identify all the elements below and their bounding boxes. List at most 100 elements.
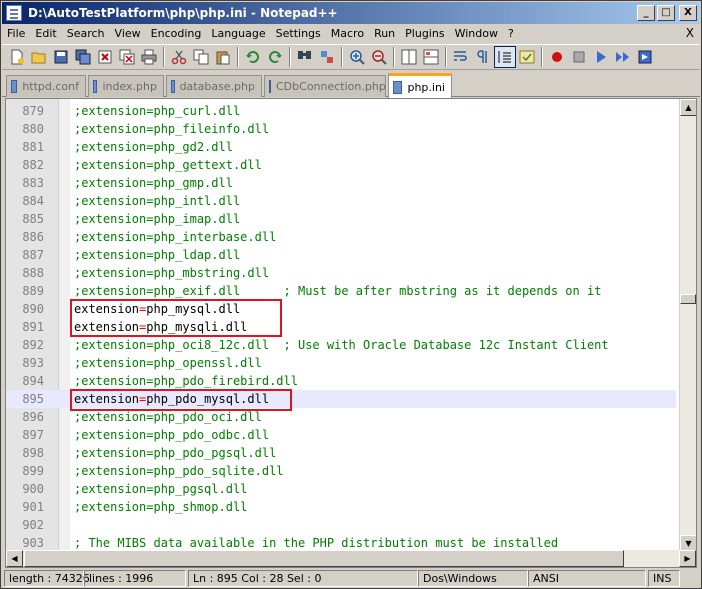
zoom-out-icon[interactable] (368, 46, 390, 68)
menu-search[interactable]: Search (62, 25, 110, 43)
tab-httpd-conf[interactable]: httpd.conf (6, 75, 86, 97)
user-language-icon[interactable] (516, 46, 538, 68)
menu-window[interactable]: Window (450, 25, 503, 43)
code-line[interactable]: 879 ;extension=php_curl.dll (6, 102, 676, 120)
save-all-icon[interactable] (72, 46, 94, 68)
status-insert-mode[interactable]: INS (648, 570, 680, 587)
word-wrap-icon[interactable] (450, 46, 472, 68)
code-line[interactable]: 893 ;extension=php_openssl.dll (6, 354, 676, 372)
code-line[interactable]: 898 ;extension=php_pdo_pgsql.dll (6, 444, 676, 462)
line-text: ;extension=php_gettext.dll (74, 156, 262, 174)
menu-settings[interactable]: Settings (271, 25, 326, 43)
show-all-chars-icon[interactable] (472, 46, 494, 68)
cut-icon[interactable] (168, 46, 190, 68)
code-line[interactable]: 894 ;extension=php_pdo_firebird.dll (6, 372, 676, 390)
inline-comment: ; Use with Oracle Database 12c Instant C… (269, 338, 609, 352)
run-macro-multiple-icon[interactable] (612, 46, 634, 68)
record-macro-icon[interactable] (546, 46, 568, 68)
tab-cdbconnection-php[interactable]: CDbConnection.php (264, 75, 386, 97)
close-file-icon[interactable] (94, 46, 116, 68)
code-line[interactable]: 888 ;extension=php_mbstring.dll (6, 264, 676, 282)
directive-key: ;extension (74, 500, 147, 514)
paste-icon[interactable] (212, 46, 234, 68)
code-line[interactable]: 887 ;extension=php_ldap.dll (6, 246, 676, 264)
line-number: 888 (22, 266, 44, 280)
title-bar[interactable]: D:\AutoTestPlatform\php\php.ini - Notepa… (2, 2, 700, 24)
directive-key: ;extension (74, 284, 147, 298)
menu-language[interactable]: Language (206, 25, 270, 43)
code-line[interactable]: 900 ;extension=php_pgsql.dll (6, 480, 676, 498)
undo-icon[interactable] (242, 46, 264, 68)
menu-view[interactable]: View (110, 25, 146, 43)
code-line[interactable]: 899 ;extension=php_pdo_sqlite.dll (6, 462, 676, 480)
close-all-icon[interactable] (116, 46, 138, 68)
horizontal-scrollbar[interactable]: ◀ ▶ (6, 550, 696, 567)
scroll-up-button[interactable]: ▲ (680, 99, 696, 116)
scroll-left-button[interactable]: ◀ (6, 550, 23, 567)
code-line[interactable]: 892 ;extension=php_oci8_12c.dll ; Use wit… (6, 336, 676, 354)
line-number: 901 (22, 500, 44, 514)
tab-database-php[interactable]: database.php (166, 75, 262, 97)
menu-run[interactable]: Run (369, 25, 400, 43)
close-document-button[interactable]: X (686, 26, 694, 40)
code-line[interactable]: 880 ;extension=php_fileinfo.dll (6, 120, 676, 138)
save-icon[interactable] (50, 46, 72, 68)
code-line[interactable]: 884 ;extension=php_intl.dll (6, 192, 676, 210)
open-file-icon[interactable] (28, 46, 50, 68)
zoom-in-icon[interactable] (346, 46, 368, 68)
status-eol[interactable]: Dos\Windows (418, 570, 528, 587)
menu-file[interactable]: File (2, 25, 30, 43)
tab-php-ini[interactable]: php.ini (388, 73, 452, 98)
code-line[interactable]: 901 ;extension=php_shmop.dll (6, 498, 676, 516)
line-number: 890 (22, 302, 44, 316)
line-number: 891 (22, 320, 44, 334)
play-macro-icon[interactable] (590, 46, 612, 68)
new-file-icon[interactable] (6, 46, 28, 68)
stop-macro-icon[interactable] (568, 46, 590, 68)
close-button[interactable]: X (679, 5, 697, 21)
sync-horizontal-icon[interactable] (420, 46, 442, 68)
code-line[interactable]: 889 ;extension=php_exif.dll ; Must be aft… (6, 282, 676, 300)
code-line[interactable]: 881 ;extension=php_gd2.dll (6, 138, 676, 156)
save-macro-icon[interactable] (634, 46, 656, 68)
vertical-scroll-thumb[interactable] (680, 294, 696, 304)
code-line[interactable]: 885 ;extension=php_imap.dll (6, 210, 676, 228)
menu-macro[interactable]: Macro (326, 25, 369, 43)
menu-edit[interactable]: Edit (30, 25, 61, 43)
tab-label: database.php (179, 80, 255, 93)
code-line[interactable]: 902 (6, 516, 676, 534)
horizontal-scroll-thumb[interactable] (24, 550, 624, 567)
tab-label: php.ini (407, 80, 445, 94)
editor-area[interactable]: 879 ;extension=php_curl.dll 880 ;extension=… (5, 98, 697, 568)
comment-text: ; The MIBS data available in the PHP dis… (74, 536, 559, 550)
copy-icon[interactable] (190, 46, 212, 68)
replace-icon[interactable] (316, 46, 338, 68)
scroll-right-button[interactable]: ▶ (679, 550, 696, 567)
notepad-app-icon[interactable] (6, 5, 22, 21)
directive-value: php_pdo_odbc.dll (153, 428, 270, 442)
code-line[interactable]: 886 ;extension=php_interbase.dll (6, 228, 676, 246)
code-line[interactable]: 883 ;extension=php_gmp.dll (6, 174, 676, 192)
menu-plugins[interactable]: Plugins (400, 25, 449, 43)
status-encoding[interactable]: ANSI (528, 570, 646, 587)
directive-key: ;extension (74, 248, 147, 262)
line-number: 889 (22, 284, 44, 298)
line-text: ;extension=php_openssl.dll (74, 354, 262, 372)
redo-icon[interactable] (264, 46, 286, 68)
maximize-button[interactable]: □ (657, 5, 675, 21)
vertical-scrollbar[interactable]: ▲ ▼ (679, 99, 696, 552)
minimize-button[interactable]: _ (637, 5, 655, 21)
indent-guide-icon[interactable] (494, 46, 516, 68)
code-line[interactable]: 897 ;extension=php_pdo_odbc.dll (6, 426, 676, 444)
directive-key: ;extension (74, 410, 147, 424)
menu-encoding[interactable]: Encoding (146, 25, 207, 43)
find-icon[interactable] (294, 46, 316, 68)
sync-vertical-icon[interactable] (398, 46, 420, 68)
directive-key: ;extension (74, 140, 147, 154)
tab-index-php[interactable]: index.php (88, 75, 164, 97)
directive-key: ;extension (74, 194, 147, 208)
print-icon[interactable] (138, 46, 160, 68)
menu-help[interactable]: ? (503, 25, 519, 43)
code-line[interactable]: 882 ;extension=php_gettext.dll (6, 156, 676, 174)
directive-key: ;extension (74, 158, 147, 172)
